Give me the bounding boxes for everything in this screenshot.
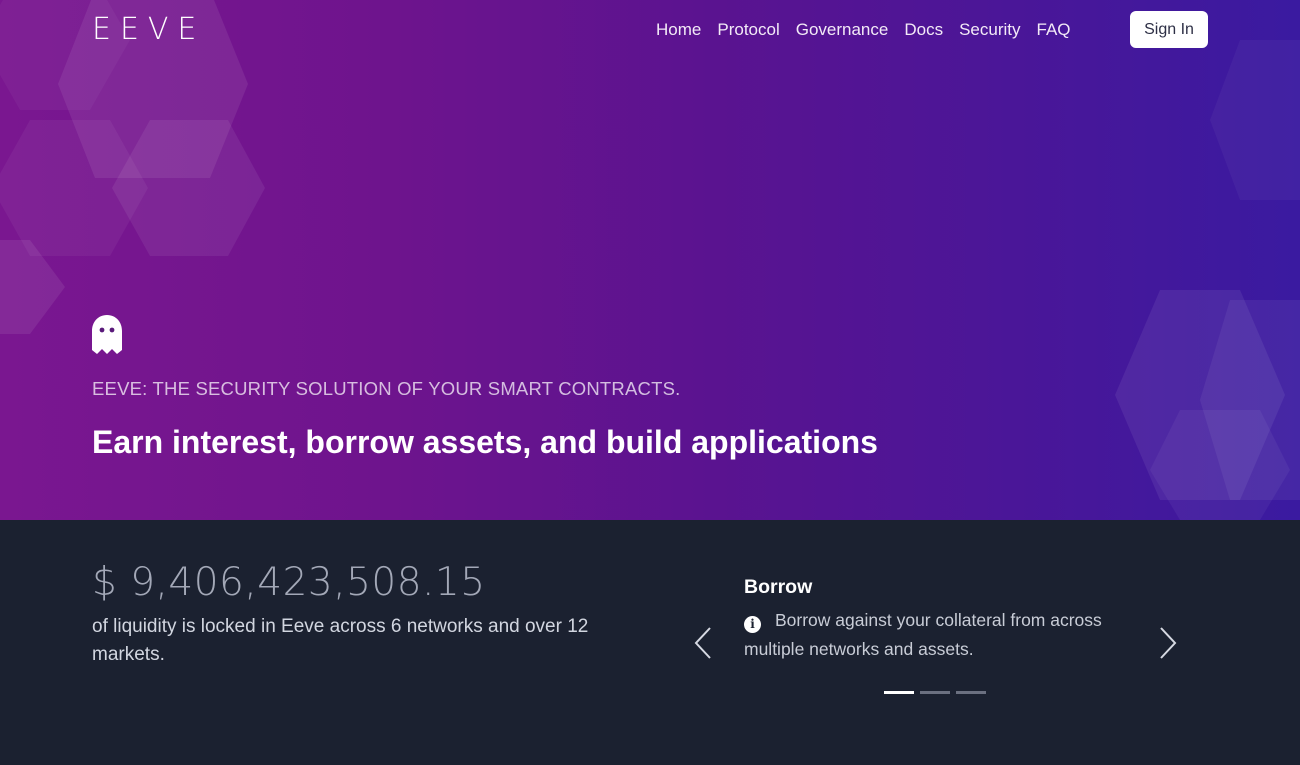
- page: EEVE Home Protocol Governance Docs Secur…: [0, 0, 1300, 765]
- nav-item-protocol[interactable]: Protocol: [709, 17, 787, 43]
- carousel-indicator-2[interactable]: [920, 691, 950, 694]
- carousel-indicators: [884, 691, 986, 694]
- carousel-prev-button[interactable]: [692, 626, 716, 660]
- eeve-logo[interactable]: EEVE: [92, 12, 205, 47]
- nav-item-security[interactable]: Security: [951, 17, 1028, 43]
- nav-item-faq[interactable]: FAQ: [1029, 17, 1079, 43]
- carousel-slide-body: i Borrow against your collateral from acr…: [744, 606, 1144, 664]
- sign-in-button[interactable]: Sign In: [1130, 11, 1208, 48]
- chevron-right-icon: [1160, 627, 1177, 659]
- chevron-left-icon: [694, 627, 711, 659]
- info-icon: i: [744, 616, 761, 633]
- nav-item-governance[interactable]: Governance: [788, 17, 897, 43]
- carousel-indicator-3[interactable]: [956, 691, 986, 694]
- carousel-indicator-1[interactable]: [884, 691, 914, 694]
- stats-section: $ 9,406,423,508.15 of liquidity is locke…: [0, 520, 1300, 765]
- main-nav: Home Protocol Governance Docs Security F…: [648, 17, 1079, 43]
- hero-tagline: EEVE: THE SECURITY SOLUTION OF YOUR SMAR…: [92, 378, 681, 399]
- liquidity-description: of liquidity is locked in Eeve across 6 …: [92, 616, 589, 665]
- hero-section: EEVE Home Protocol Governance Docs Secur…: [0, 0, 1300, 520]
- hero-headline: Earn interest, borrow assets, and build …: [92, 424, 878, 460]
- carousel-slide-title: Borrow: [744, 576, 813, 598]
- carousel-slide-text: Borrow against your collateral from acro…: [744, 610, 1102, 659]
- nav-item-docs[interactable]: Docs: [896, 17, 951, 43]
- carousel-next-button[interactable]: [1155, 626, 1179, 660]
- ghost-icon: [92, 315, 122, 354]
- nav-item-home[interactable]: Home: [648, 17, 709, 43]
- liquidity-amount: $ 9,406,423,508.15: [92, 560, 486, 605]
